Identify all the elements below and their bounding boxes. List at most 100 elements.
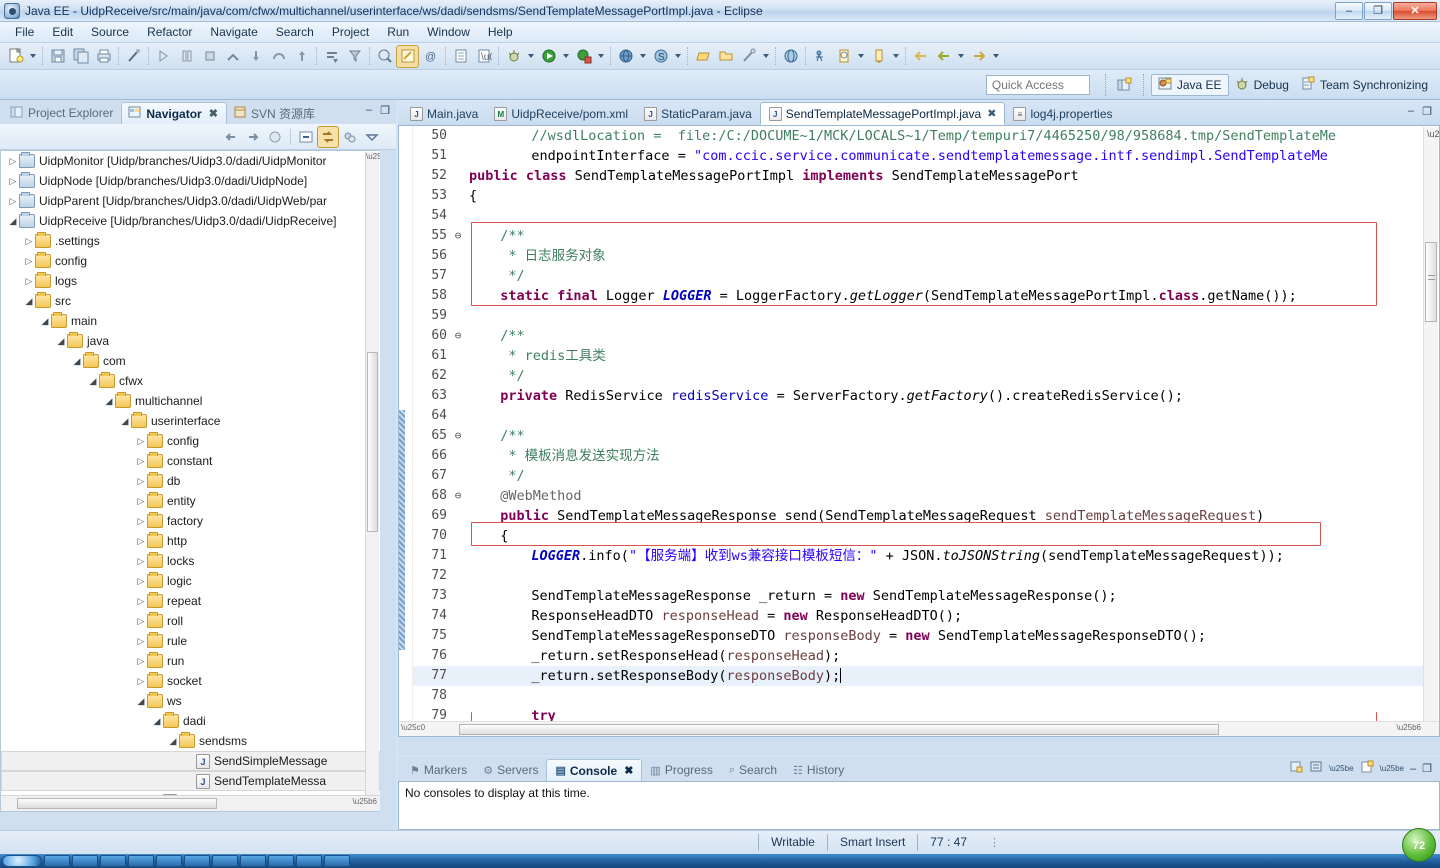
search-references-icon[interactable]	[738, 46, 759, 67]
collapse-arrow-icon[interactable]: ◢	[151, 716, 163, 727]
code-line[interactable]: 54	[413, 206, 1423, 226]
editor-annotation-ruler[interactable]	[399, 126, 413, 736]
tree-vertical-scrollbar[interactable]: \u25b2 \u25bc	[365, 152, 380, 811]
view-tab-navigator[interactable]: Navigator ✖	[121, 102, 227, 124]
view-menu-icon[interactable]	[362, 127, 382, 147]
close-icon[interactable]: ✖	[209, 107, 218, 120]
tree-item[interactable]: ▷ logic	[1, 571, 380, 591]
expand-arrow-icon[interactable]: ▷	[23, 256, 35, 267]
expand-arrow-icon[interactable]: ▷	[135, 536, 147, 547]
taskbar-item[interactable]	[324, 855, 350, 867]
expand-arrow-icon[interactable]: ▷	[7, 176, 19, 187]
close-icon[interactable]: ✖	[624, 764, 633, 777]
tree-item[interactable]: ▷ rule	[1, 631, 380, 651]
debug-dropdown-icon[interactable]	[528, 54, 534, 58]
open-perspective-icon[interactable]	[1114, 74, 1135, 95]
display-selected-console-dropdown-icon[interactable]: \u25be	[1329, 764, 1353, 773]
collapse-arrow-icon[interactable]: ◢	[87, 376, 99, 387]
tree-item[interactable]: ▷ locks	[1, 551, 380, 571]
skip-breakpoints-icon[interactable]	[321, 46, 342, 67]
taskbar-item[interactable]	[184, 855, 210, 867]
taskbar-item[interactable]	[296, 855, 322, 867]
collapse-arrow-icon[interactable]: ◢	[39, 316, 51, 327]
maximize-icon[interactable]: ❐	[380, 104, 390, 117]
tree-item[interactable]: ▷ repeat	[1, 591, 380, 611]
console-view-tab[interactable]: ▥ Progress	[642, 759, 720, 781]
menu-navigate[interactable]: Navigate	[201, 23, 266, 41]
search-references-dropdown-icon[interactable]	[763, 54, 769, 58]
maximize-button[interactable]: ❐	[1364, 1, 1392, 20]
expand-arrow-icon[interactable]: ▷	[135, 516, 147, 527]
link-with-editor-icon[interactable]	[317, 125, 339, 148]
code-line[interactable]: 56 * 日志服务对象	[413, 246, 1423, 266]
tree-item[interactable]: ◢ UidpReceive [Uidp/branches/Uidp3.0/dadi…	[1, 211, 380, 231]
code-line[interactable]: 66 * 模板消息发送实现方法	[413, 446, 1423, 466]
code-line[interactable]: 73 SendTemplateMessageResponse _return = …	[413, 586, 1423, 606]
show-whitespace-icon[interactable]: \u00b6	[473, 46, 494, 67]
navigator-tree[interactable]: ▷ UidpMonitor [Uidp/branches/Uidp3.0/dadi…	[0, 150, 380, 812]
open-folder-icon[interactable]	[715, 46, 736, 67]
editor-horizontal-scrollbar[interactable]: \u25c0 \u25b6	[399, 721, 1439, 736]
fold-toggle-icon[interactable]: ⊖	[453, 426, 463, 446]
minimize-icon[interactable]: –	[1410, 763, 1416, 775]
expand-arrow-icon[interactable]: ▷	[23, 236, 35, 247]
next-annotation-icon[interactable]	[868, 46, 889, 67]
step-return-icon[interactable]	[291, 46, 312, 67]
code-line[interactable]: 75 SendTemplateMessageResponseDTO respons…	[413, 626, 1423, 646]
code-line[interactable]: 55 ⊖ /**	[413, 226, 1423, 246]
expand-arrow-icon[interactable]: ▷	[135, 556, 147, 567]
code-line[interactable]: 76 _return.setResponseHead(responseHead);	[413, 646, 1423, 666]
tree-item[interactable]: ◢ src	[1, 291, 380, 311]
code-line[interactable]: 50 //wsdlLocation = file:/C:/DOCUME~1/MCK…	[413, 126, 1423, 146]
editor-vertical-scrollbar[interactable]: \u25b2 \u25bc	[1423, 127, 1439, 735]
code-line[interactable]: 68 ⊖ @WebMethod	[413, 486, 1423, 506]
code-line[interactable]: 64	[413, 406, 1423, 426]
tree-item[interactable]: ◢ dadi	[1, 711, 380, 731]
menu-help[interactable]: Help	[479, 23, 522, 41]
new-annotation-icon[interactable]: @	[420, 46, 441, 67]
code-line[interactable]: 62 */	[413, 366, 1423, 386]
code-line[interactable]: 74 ResponseHeadDTO responseHead = new Res…	[413, 606, 1423, 626]
tree-item[interactable]: ▷ constant	[1, 451, 380, 471]
tree-item[interactable]: ◢ cfwx	[1, 371, 380, 391]
tree-item[interactable]: ▷ run	[1, 651, 380, 671]
tree-item[interactable]: J SendSimpleMessage	[1, 751, 380, 771]
editor-tab[interactable]: J SendTemplateMessagePortImpl.java ✖	[759, 102, 1006, 125]
fold-toggle-icon[interactable]: ⊖	[453, 486, 463, 506]
search-icon[interactable]	[833, 46, 854, 67]
tree-item[interactable]: ▷ db	[1, 471, 380, 491]
previous-edit-location-icon[interactable]	[910, 46, 931, 67]
run-external-dropdown-icon[interactable]	[598, 54, 604, 58]
tree-item[interactable]: ◢ java	[1, 331, 380, 351]
code-line[interactable]: 60 ⊖ /**	[413, 326, 1423, 346]
tree-item[interactable]: ▷ config	[1, 251, 380, 271]
menu-search[interactable]: Search	[267, 23, 323, 41]
new-server-dropdown-icon[interactable]	[640, 54, 646, 58]
taskbar-item[interactable]	[156, 855, 182, 867]
taskbar-item[interactable]	[212, 855, 238, 867]
code-line[interactable]: 58 static final Logger LOGGER = LoggerFac…	[413, 286, 1423, 306]
close-button[interactable]: ✕	[1393, 1, 1437, 20]
toggle-block-selection-icon[interactable]	[450, 46, 471, 67]
tree-item[interactable]: ◢ userinterface	[1, 411, 380, 431]
forward-icon[interactable]	[968, 46, 989, 67]
profile-icon[interactable]: S	[650, 46, 671, 67]
code-line[interactable]: 63 private RedisService redisService = Se…	[413, 386, 1423, 406]
collapse-arrow-icon[interactable]: ◢	[135, 696, 147, 707]
new-server-icon[interactable]	[615, 46, 636, 67]
expand-arrow-icon[interactable]: ▷	[135, 456, 147, 467]
open-type-icon[interactable]	[374, 46, 395, 67]
run-as-icon[interactable]	[810, 46, 831, 67]
back-icon[interactable]	[221, 127, 241, 147]
run-external-tools-icon[interactable]	[573, 46, 594, 67]
taskbar-item[interactable]	[44, 855, 70, 867]
tree-item[interactable]: ▷ UidpMonitor [Uidp/branches/Uidp3.0/dadi…	[1, 151, 380, 171]
resume-icon[interactable]	[153, 46, 174, 67]
suspend-icon[interactable]	[176, 46, 197, 67]
tree-item[interactable]: ▷ UidpParent [Uidp/branches/Uidp3.0/dadi/…	[1, 191, 380, 211]
pin-console-icon[interactable]	[1289, 760, 1303, 777]
expand-arrow-icon[interactable]: ▷	[135, 436, 147, 447]
menu-refactor[interactable]: Refactor	[138, 23, 201, 41]
expand-arrow-icon[interactable]: ▷	[7, 196, 19, 207]
display-selected-console-icon[interactable]	[1309, 760, 1323, 777]
